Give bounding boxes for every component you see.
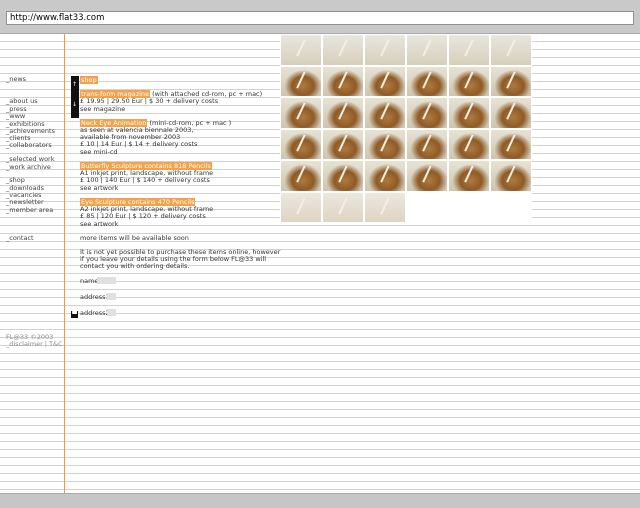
- image-tile: [448, 65, 490, 97]
- image-tile: [490, 128, 532, 160]
- image-tile: [322, 160, 364, 192]
- image-tile: [322, 97, 364, 129]
- image-tile: [280, 191, 322, 223]
- item-scroller[interactable]: ↑ ↓: [71, 76, 79, 118]
- shop-item-price: £ 100 | 140 Eur | $ 140 + delivery costs: [80, 176, 210, 184]
- image-tile: [490, 34, 532, 66]
- nav-about-us[interactable]: _about us: [6, 97, 38, 105]
- shop-item-link[interactable]: see artwork: [80, 184, 118, 192]
- image-tile: [448, 128, 490, 160]
- image-tile: [490, 65, 532, 97]
- url-bar[interactable]: http://www.flat33.com: [6, 11, 634, 25]
- image-tile: [364, 160, 406, 192]
- shop-item-price: £ 10 | 14 Eur | $ 14 + delivery costs: [80, 140, 198, 148]
- image-tile: [322, 34, 364, 66]
- page-viewport: _news _about us _press _www _exhibitions…: [0, 34, 640, 493]
- image-tile: [364, 34, 406, 66]
- disclaimer-link[interactable]: _disclaimer | T&C: [6, 340, 63, 348]
- scroll-top-icon[interactable]: ▀: [71, 311, 78, 318]
- name-label: name: [80, 277, 99, 285]
- nav-selected-work[interactable]: _selected work: [6, 155, 54, 163]
- image-tile: [280, 65, 322, 97]
- image-tile: [490, 191, 532, 223]
- image-tile: [406, 160, 448, 192]
- image-tile: [448, 34, 490, 66]
- nav-www[interactable]: _www: [6, 112, 25, 120]
- nav-work-archive[interactable]: _work archive: [6, 163, 51, 171]
- nav-contact[interactable]: _contact: [6, 234, 34, 242]
- nav-collaborators[interactable]: _collaborators: [6, 141, 52, 149]
- browser-chrome: http://www.flat33.com: [0, 0, 640, 34]
- address2-field[interactable]: [107, 309, 116, 316]
- image-tile: [280, 97, 322, 129]
- status-bar: [0, 493, 640, 508]
- image-tile: [280, 160, 322, 192]
- address2-label: address2: [80, 309, 110, 317]
- up-arrow-icon[interactable]: ↑: [72, 82, 77, 88]
- image-tile: [322, 65, 364, 97]
- image-tile: [490, 97, 532, 129]
- shop-item-link[interactable]: see mini-cd: [80, 148, 118, 156]
- pencil-sculpture-image-grid: [280, 34, 532, 224]
- image-tile: [364, 191, 406, 223]
- shop-item-link[interactable]: see magazine: [80, 105, 125, 113]
- nav-member-area[interactable]: _member area: [6, 206, 53, 214]
- ordering-info: contact you with ordering details.: [80, 262, 190, 270]
- image-tile: [448, 191, 490, 223]
- image-tile: [364, 128, 406, 160]
- image-tile: [406, 34, 448, 66]
- address1-label: address1: [80, 293, 110, 301]
- image-tile: [448, 160, 490, 192]
- more-items-text: more items will be available soon: [80, 234, 189, 242]
- image-tile: [406, 191, 448, 223]
- image-tile: [322, 128, 364, 160]
- image-tile: [280, 128, 322, 160]
- image-tile: [364, 65, 406, 97]
- name-field[interactable]: [97, 277, 116, 284]
- down-arrow-icon[interactable]: ↓: [72, 102, 77, 108]
- nav-shop[interactable]: _shop: [6, 176, 25, 184]
- shop-item-price: £ 85 | 120 Eur | $ 120 + delivery costs: [80, 212, 206, 220]
- image-tile: [448, 97, 490, 129]
- image-tile: [490, 160, 532, 192]
- address1-field[interactable]: [107, 293, 116, 300]
- image-tile: [406, 97, 448, 129]
- shop-item-price: £ 19.95 | 29.50 Eur | $ 30 + delivery co…: [80, 97, 219, 105]
- image-tile: [280, 34, 322, 66]
- image-tile: [406, 65, 448, 97]
- image-tile: [406, 128, 448, 160]
- image-tile: [322, 191, 364, 223]
- nav-newsletter[interactable]: _newsletter: [6, 198, 44, 206]
- vertical-divider: [64, 34, 65, 493]
- image-tile: [364, 97, 406, 129]
- shop-heading: shop: [80, 76, 98, 84]
- nav-news[interactable]: _news: [6, 75, 26, 83]
- shop-item-link[interactable]: see artwork: [80, 220, 118, 228]
